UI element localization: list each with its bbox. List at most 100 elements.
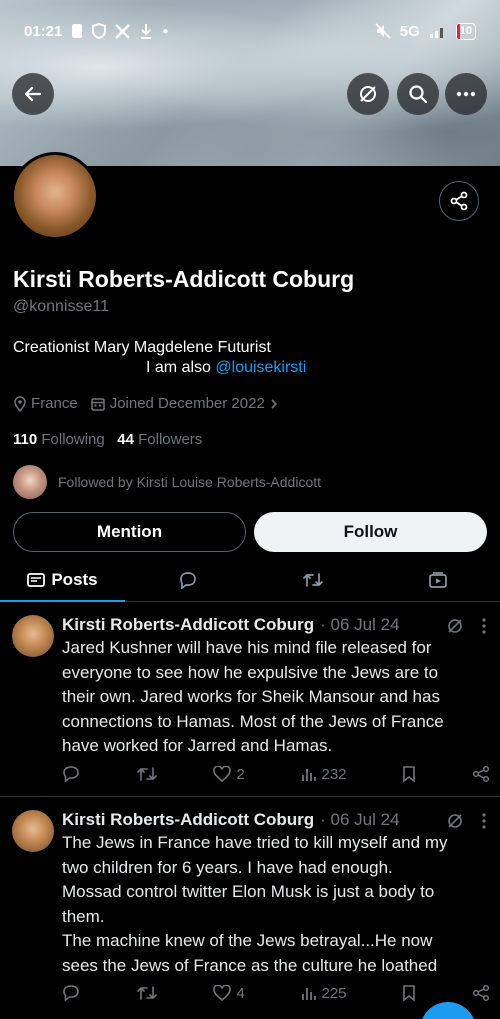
reply-button[interactable]	[62, 765, 80, 783]
bio-mention-link[interactable]: @louisekirsti	[215, 359, 306, 376]
reply-button[interactable]	[62, 984, 80, 1002]
grok-icon	[360, 86, 376, 102]
repost-button[interactable]	[136, 765, 158, 783]
location-icon	[14, 395, 26, 412]
tab-reposts[interactable]	[250, 558, 375, 601]
back-arrow-icon	[24, 86, 42, 102]
views-icon	[301, 769, 316, 781]
shield-icon	[92, 23, 107, 39]
posts-icon	[27, 572, 46, 587]
bookmark-icon	[403, 985, 416, 1002]
bio-line-2: I am also @louisekirsti	[146, 359, 306, 377]
reply-icon	[63, 766, 79, 783]
tab-replies[interactable]	[125, 558, 250, 601]
battery-level: 10	[459, 25, 472, 37]
calendar-icon	[90, 397, 105, 411]
status-bar: 01:21 ● 5G 10	[24, 18, 476, 44]
like-count: 2	[236, 765, 245, 783]
repost-button[interactable]	[136, 984, 158, 1002]
share-icon	[450, 191, 468, 211]
post-date: · 06 Jul 24	[320, 810, 400, 829]
post-text-line: Jared Kushner will have his mind file re…	[62, 638, 432, 657]
tab-posts-label: Posts	[51, 569, 98, 589]
profile-meta: France Joined December 2022	[13, 395, 279, 412]
repost-icon	[136, 767, 157, 781]
post-item[interactable]: Kirsti Roberts-Addicott Coburg · 06 Jul …	[0, 603, 500, 797]
download-icon	[141, 24, 152, 39]
sim-icon	[72, 24, 83, 38]
post-actions: 2 232	[62, 765, 490, 783]
post-text-line: two children for 6 years. I have had eno…	[62, 857, 393, 877]
post-text-line: The Jews in France have tried to kill my…	[62, 833, 448, 852]
followed-by-row[interactable]: Followed by Kirsti Louise Roberts-Addico…	[13, 465, 321, 499]
followed-by-text: Followed by Kirsti Louise Roberts-Addico…	[58, 474, 322, 490]
post-author-name[interactable]: Kirsti Roberts-Addicott Coburg	[62, 615, 314, 635]
views-button[interactable]: 232	[301, 766, 347, 783]
share-icon	[472, 984, 490, 1002]
tab-media[interactable]	[375, 558, 500, 601]
share-button[interactable]	[472, 765, 490, 783]
grok-icon[interactable]	[446, 617, 464, 635]
profile-location: France	[31, 395, 78, 412]
like-button[interactable]: 4	[213, 984, 245, 1002]
mute-icon	[375, 23, 391, 39]
views-button[interactable]: 225	[301, 985, 347, 1002]
profile-name: Kirsti Roberts-Addicott Coburg	[13, 266, 355, 292]
post-header: Kirsti Roberts-Addicott Coburg · 06 Jul …	[62, 810, 400, 830]
x-logo-icon	[115, 23, 131, 39]
post-header-icons	[446, 617, 486, 635]
like-count: 4	[236, 984, 245, 1002]
share-button[interactable]	[472, 984, 490, 1002]
bio-line-2-prefix: I am also	[146, 359, 211, 376]
more-dots-icon	[456, 91, 476, 97]
post-text-line: connections to Hamas. Most of the Jews o…	[62, 711, 444, 731]
bookmark-button[interactable]	[402, 984, 416, 1002]
post-text-line: sees the Jews of France as the culture h…	[62, 955, 438, 975]
post-text-line: have worked for Jarred and Hamas.	[62, 736, 333, 755]
bookmark-icon	[403, 766, 416, 783]
post-text: Jared Kushner will have his mind file re…	[62, 636, 486, 759]
repost-icon	[136, 986, 157, 1000]
post-header: Kirsti Roberts-Addicott Coburg · 06 Jul …	[62, 615, 400, 635]
profile-stats: 110 Following 44 Followers	[13, 431, 202, 448]
more-button[interactable]	[445, 73, 487, 115]
status-time: 01:21	[24, 22, 63, 40]
post-item[interactable]: Kirsti Roberts-Addicott Coburg · 06 Jul …	[0, 798, 500, 1019]
post-author-avatar[interactable]	[12, 810, 54, 852]
reposts-icon	[302, 572, 323, 587]
share-profile-button[interactable]	[439, 181, 479, 221]
search-icon	[409, 85, 428, 104]
grok-icon[interactable]	[446, 812, 464, 830]
back-button[interactable]	[12, 73, 54, 115]
chevron-right-icon[interactable]	[269, 398, 279, 410]
grok-button[interactable]	[347, 73, 389, 115]
follower-avatar	[13, 465, 47, 499]
view-count: 225	[321, 984, 347, 1002]
post-text-line: their own. Jared works for Sheik Mansour…	[62, 687, 440, 706]
profile-joined[interactable]: Joined December 2022	[110, 395, 265, 412]
tab-posts[interactable]: Posts	[0, 558, 125, 602]
more-vertical-icon[interactable]	[482, 813, 486, 829]
more-vertical-icon[interactable]	[482, 618, 486, 634]
post-text-line: everyone to see how he expulsive the Jew…	[62, 662, 439, 682]
heart-icon	[213, 985, 232, 1001]
replies-icon	[179, 571, 196, 589]
bio-line-1: Creationist Mary Magdelene Futurist	[13, 339, 271, 356]
like-button[interactable]: 2	[213, 765, 245, 783]
followers-link[interactable]: 44 Followers	[117, 431, 202, 448]
post-text-line: them.	[62, 906, 105, 926]
profile-avatar[interactable]	[11, 152, 99, 240]
mention-button[interactable]: Mention	[13, 512, 246, 552]
post-author-avatar[interactable]	[12, 615, 54, 657]
search-button[interactable]	[397, 73, 439, 115]
followers-count: 44	[117, 431, 134, 448]
bookmark-button[interactable]	[402, 765, 416, 783]
dot-icon: ●	[162, 25, 169, 37]
heart-icon	[213, 766, 232, 782]
following-link[interactable]: 110 Following	[13, 431, 105, 448]
profile-handle: @konnisse11	[13, 298, 109, 315]
follow-button[interactable]: Follow	[254, 512, 487, 552]
battery-icon: 10	[455, 22, 476, 40]
post-author-name[interactable]: Kirsti Roberts-Addicott Coburg	[62, 810, 314, 830]
following-count: 110	[13, 431, 38, 448]
